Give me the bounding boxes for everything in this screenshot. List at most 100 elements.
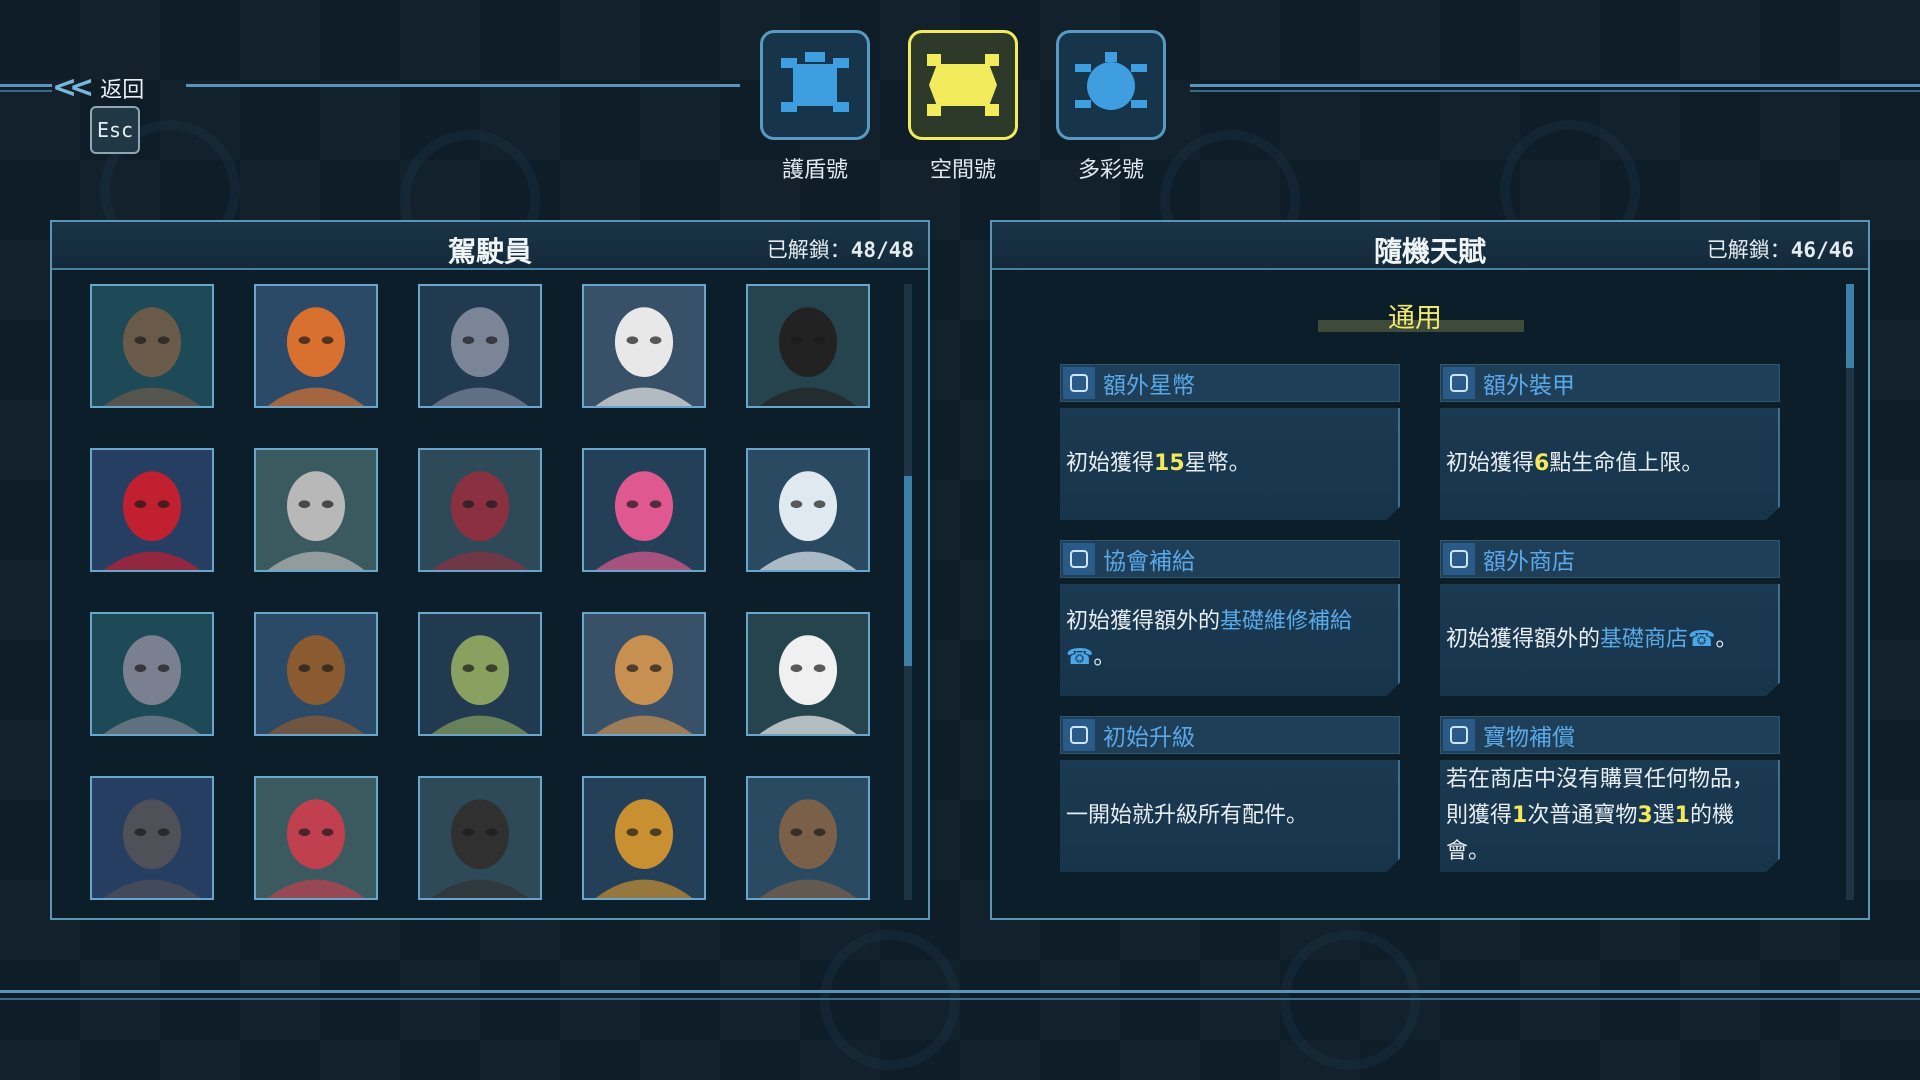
- talent-card[interactable]: 額外星幣 初始獲得15星幣。: [1060, 364, 1400, 520]
- pilot-portrait-green-hair-elf[interactable]: [418, 612, 542, 736]
- talent-name: 協會補給: [1103, 549, 1195, 575]
- talent-header: 寶物補償: [1440, 716, 1780, 754]
- highlight-number: 1: [1674, 803, 1690, 828]
- talent-name: 額外星幣: [1103, 373, 1195, 399]
- pilot-portrait-box-robot-hoodie[interactable]: [254, 776, 378, 900]
- talent-card[interactable]: 寶物補償 若在商店中沒有購買任何物品，則獲得1次普通寶物3選1的機會。: [1440, 716, 1780, 872]
- pilot-portrait-red-mech[interactable]: [90, 448, 214, 572]
- cyborg-scarf-icon: [92, 614, 212, 734]
- description-text: 初始獲得額外的: [1446, 627, 1601, 652]
- talent-name: 初始升級: [1103, 725, 1195, 751]
- highlight-number: 6: [1534, 451, 1550, 476]
- pilot-portrait-black-dog[interactable]: [746, 284, 870, 408]
- pilot-portrait-cyborg-scarf[interactable]: [90, 612, 214, 736]
- footer-line: [0, 998, 1920, 1000]
- unlocked-value: 46/46: [1790, 238, 1854, 262]
- talent-name: 寶物補償: [1483, 725, 1575, 751]
- description-text: 初始獲得: [1066, 451, 1155, 476]
- shop-icon: [1443, 543, 1475, 575]
- header-line: [186, 84, 740, 87]
- footer-line: [0, 990, 1920, 993]
- unlocked-label: 已解鎖：: [766, 238, 851, 262]
- talents-scrollbar[interactable]: [1846, 284, 1854, 900]
- talents-panel: 隨機天賦 已解鎖：46/46 通用 額外星幣 初始獲得15星幣。 額外裝甲 初始獲得6…: [990, 220, 1870, 920]
- star-coin-icon: [1063, 367, 1095, 399]
- unlocked-label: 已解鎖：: [1706, 238, 1791, 262]
- pilot-portrait-hooded-figure[interactable]: [582, 284, 706, 408]
- pilot-portrait-bearded-man-glasses[interactable]: [90, 284, 214, 408]
- header-line: [1190, 90, 1920, 92]
- talent-header: 額外星幣: [1060, 364, 1400, 402]
- description-text: 星幣。: [1184, 451, 1251, 476]
- masked-blonde-icon: [584, 778, 704, 898]
- pilot-portrait-white-hood-girl[interactable]: [746, 448, 870, 572]
- pilot-portrait-girl-headphones[interactable]: [418, 448, 542, 572]
- talent-card[interactable]: 初始升級一開始就升級所有配件。: [1060, 716, 1400, 872]
- pink-hair-girl-icon: [584, 450, 704, 570]
- phone-icon: ☎: [1066, 645, 1094, 670]
- talent-description: 一開始就升級所有配件。: [1060, 760, 1400, 872]
- unlocked-value: 48/48: [850, 238, 914, 262]
- pilot-portrait-pink-hair-girl[interactable]: [582, 448, 706, 572]
- talent-header: 初始升級: [1060, 716, 1400, 754]
- space-ship-icon: [908, 30, 1018, 140]
- pilot-portrait-raccoon[interactable]: [90, 776, 214, 900]
- pilot-portrait-grey-robot[interactable]: [418, 284, 542, 408]
- grey-robot-icon: [420, 286, 540, 406]
- guild-supply-icon: [1063, 543, 1095, 575]
- description-text: 次普通寶物: [1527, 803, 1638, 828]
- talent-card[interactable]: 額外商店初始獲得額外的基礎商店☎。: [1440, 540, 1780, 696]
- ship-option-shield[interactable]: 護盾號: [760, 30, 870, 184]
- pilot-portrait-masked-blonde[interactable]: [582, 776, 706, 900]
- header-line: [1190, 84, 1920, 87]
- talents-panel-header: 隨機天賦 已解鎖：46/46: [992, 222, 1868, 270]
- pilot-grid: [90, 284, 870, 900]
- ship-option-space[interactable]: 空間號: [908, 30, 1018, 184]
- header-line: [0, 90, 52, 92]
- pilot-portrait-cowboy-robot[interactable]: [254, 612, 378, 736]
- talent-description: 初始獲得6點生命值上限。: [1440, 408, 1780, 520]
- raccoon-icon: [92, 778, 212, 898]
- pilots-panel-header: 駕駛員 已解鎖：48/48: [52, 222, 928, 270]
- pilot-portrait-cat-scarf[interactable]: [582, 612, 706, 736]
- white-hood-girl-icon: [748, 450, 868, 570]
- upgrade-icon: [1063, 719, 1095, 751]
- talent-description: 初始獲得額外的基礎商店☎。: [1440, 584, 1780, 696]
- black-dog-icon: [748, 286, 868, 406]
- description-text: 。: [1093, 645, 1116, 670]
- talent-name: 額外商店: [1483, 549, 1575, 575]
- colorful-ship-icon: [1056, 30, 1166, 140]
- ship-selector: 護盾號 空間號 多彩號: [760, 30, 1166, 184]
- highlight-number: 1: [1512, 803, 1528, 828]
- shield-ship-icon: [760, 30, 870, 140]
- pilot-portrait-orange-robot[interactable]: [254, 284, 378, 408]
- talent-card[interactable]: 額外裝甲 初始獲得6點生命值上限。: [1440, 364, 1780, 520]
- pilot-portrait-white-cat[interactable]: [746, 612, 870, 736]
- ship-name: 護盾號: [781, 158, 848, 183]
- talent-card[interactable]: 協會補給 初始獲得額外的基礎維修補給 ☎。: [1060, 540, 1400, 696]
- description-text: 一開始就升級所有配件。: [1066, 803, 1309, 828]
- talent-header: 額外商店: [1440, 540, 1780, 578]
- talent-description: 初始獲得額外的基礎維修補給 ☎。: [1060, 584, 1400, 696]
- section-title: 通用: [1388, 303, 1442, 334]
- white-cat-icon: [748, 614, 868, 734]
- red-mech-icon: [92, 450, 212, 570]
- pilots-scrollbar-thumb[interactable]: [904, 475, 912, 666]
- highlight-link[interactable]: 基礎商店: [1600, 627, 1688, 652]
- back-button[interactable]: << 返回: [52, 70, 144, 105]
- ship-name: 多彩號: [1077, 158, 1144, 183]
- highlight-link[interactable]: 基礎維修補給: [1220, 609, 1352, 634]
- esc-key-hint[interactable]: Esc: [90, 106, 140, 154]
- talents-unlocked-count: 已解鎖：46/46: [1707, 234, 1854, 264]
- cowboy-robot-icon: [256, 614, 376, 734]
- pilot-portrait-man-headphones[interactable]: [418, 776, 542, 900]
- pilot-portrait-tree-ent[interactable]: [746, 776, 870, 900]
- talents-scrollbar-thumb[interactable]: [1846, 284, 1854, 368]
- pilots-unlocked-count: 已解鎖：48/48: [767, 234, 914, 264]
- ship-option-colorful[interactable]: 多彩號: [1056, 30, 1166, 184]
- pilots-scrollbar[interactable]: [904, 284, 912, 900]
- treasure-icon: [1443, 719, 1475, 751]
- pilot-portrait-husky-goggles[interactable]: [254, 448, 378, 572]
- man-headphones-icon: [420, 778, 540, 898]
- description-text: 選: [1652, 803, 1675, 828]
